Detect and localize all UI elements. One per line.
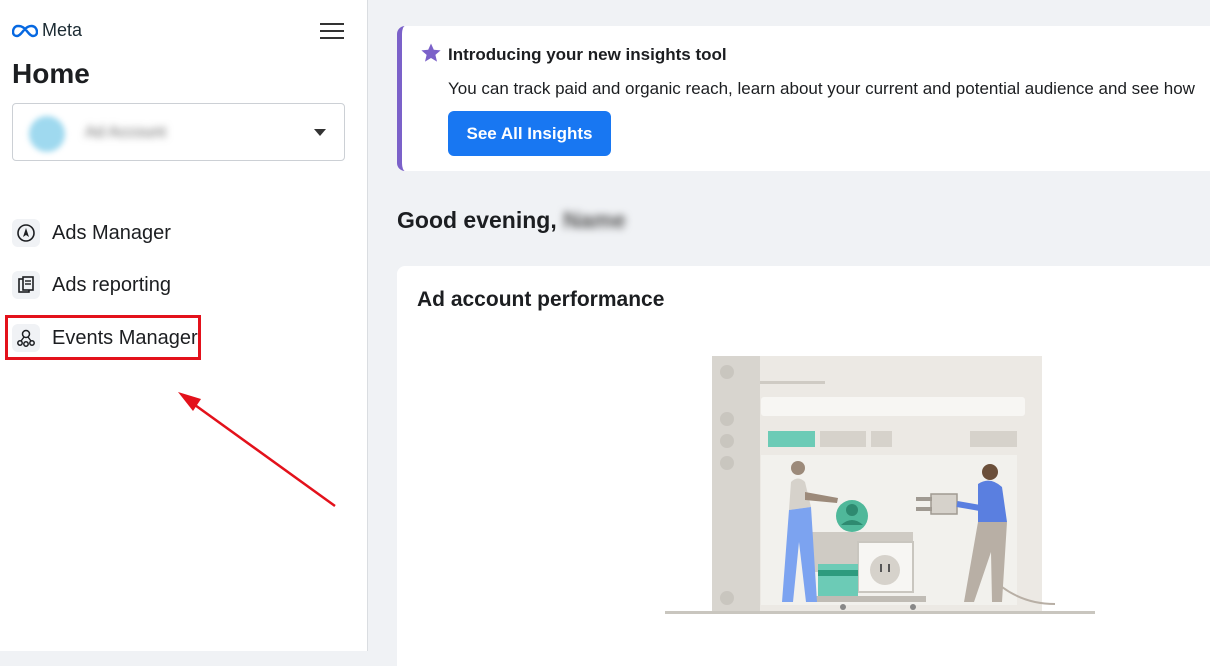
greeting: Good evening, Name xyxy=(397,207,626,234)
plugs-connecting-illustration xyxy=(665,356,1095,614)
banner-title: Introducing your new insights tool xyxy=(448,45,727,64)
performance-card-title: Ad account performance xyxy=(417,288,665,311)
greeting-text: Good evening, xyxy=(397,207,557,233)
see-all-insights-button[interactable]: See All Insights xyxy=(448,111,611,156)
banner-description: You can track paid and organic reach, le… xyxy=(448,79,1195,98)
insights-banner: Introducing your new insights tool You c… xyxy=(397,26,1210,171)
annotation-arrow-icon xyxy=(178,392,336,508)
star-icon xyxy=(421,43,441,62)
greeting-name: Name xyxy=(563,207,626,233)
